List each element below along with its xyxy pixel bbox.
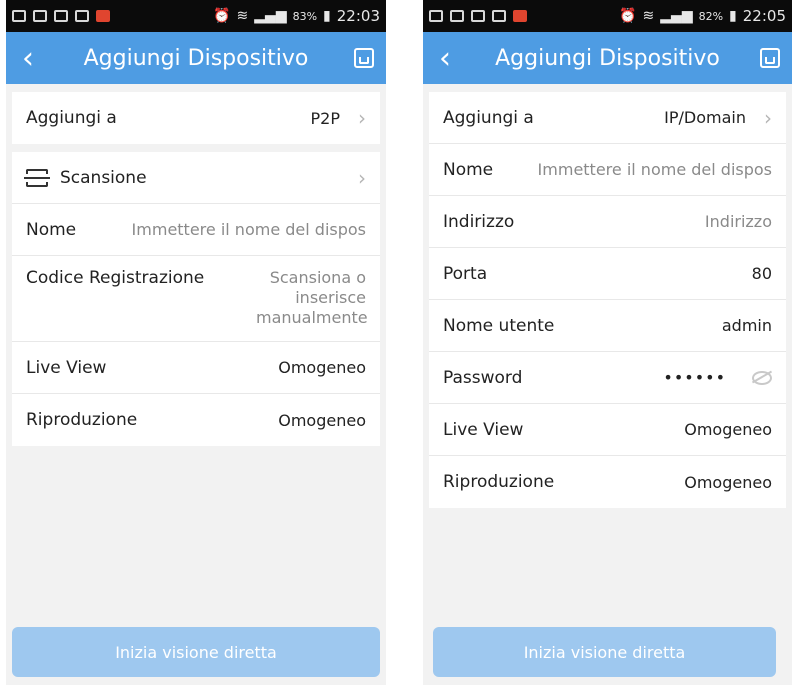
registration-placeholder-line: Scansiona o [269,268,366,287]
status-bar: ⏰ ≋ ▂▄▆ 83% ▮ 22:03 [6,0,386,32]
mail-icon [492,10,506,22]
username-row[interactable]: Nome utente admin [429,300,786,352]
save-button[interactable] [342,32,386,84]
port-input[interactable]: 80 [752,264,772,283]
name-input[interactable]: Immettere il nome del dispos [538,160,772,179]
port-label: Porta [443,263,488,284]
title-bar: ‹ Aggiungi Dispositivo [6,32,386,84]
live-view-row[interactable]: Live View Omogeneo [429,404,786,456]
back-button[interactable]: ‹ [6,32,50,84]
password-row[interactable]: Password •••••• [429,352,786,404]
save-icon [760,48,780,68]
username-label: Nome utente [443,315,555,336]
back-chevron-icon: ‹ [22,40,34,76]
notification-icons [429,10,527,22]
name-input[interactable]: Immettere il nome del dispos [132,220,366,239]
battery-icon: ▮ [323,8,331,24]
page-title: Aggiungi Dispositivo [495,45,720,71]
clock: 22:03 [336,7,380,25]
address-label: Indirizzo [443,211,515,232]
message-icon [471,10,485,22]
alarm-icon: ⏰ [213,8,231,24]
chevron-right-icon: › [764,105,772,130]
mail-icon [75,10,89,22]
page-title: Aggiungi Dispositivo [83,45,309,71]
signal-icon: ▂▄▆ [254,8,287,24]
gallery-icon [33,10,47,22]
wifi-icon: ≋ [642,8,655,24]
battery-icon: ▮ [729,8,737,24]
clock: 22:05 [742,7,786,25]
playback-row[interactable]: Riproduzione Omogeneo [12,394,380,446]
battery-percent: 82% [698,9,724,23]
chevron-right-icon: › [358,106,366,130]
name-label: Nome [443,159,494,180]
add-to-label: Aggiungi a [26,108,117,128]
live-view-label: Live View [26,357,107,378]
port-row[interactable]: Porta 80 [429,248,786,300]
left-screen: ⏰ ≋ ▂▄▆ 83% ▮ 22:03 ‹ Aggiungi Dispositi… [6,0,386,685]
form-list: Aggiungi a IP/Domain › Nome Immettere il… [423,84,792,508]
scan-icon [24,168,50,187]
signal-icon: ▂▄▆ [660,8,693,24]
scan-label: Scansione [60,167,147,188]
playback-value: Omogeneo [684,472,772,492]
notification-icon [12,10,26,22]
username-input[interactable]: admin [722,316,772,335]
address-row[interactable]: Indirizzo Indirizzo [429,196,786,248]
back-chevron-icon: ‹ [439,40,451,76]
password-label: Password [443,367,523,388]
registration-code-input[interactable]: Scansiona o inserisce manualmente [256,268,368,328]
add-to-row[interactable]: Aggiungi a IP/Domain › [429,92,786,144]
name-row[interactable]: Nome Immettere il nome del dispos [12,204,380,256]
save-button[interactable] [748,32,792,84]
alarm-icon: ⏰ [619,8,637,24]
add-to-value: P2P [310,108,340,128]
app-icon [96,10,110,22]
gallery-icon [450,10,464,22]
playback-value: Omogeneo [278,410,366,430]
name-label: Nome [26,219,77,240]
add-to-label: Aggiungi a [443,107,534,128]
registration-placeholder-line: inserisce [295,288,366,307]
registration-code-label: Codice Registrazione [26,268,205,288]
add-to-value: IP/Domain [664,108,746,127]
message-icon [54,10,68,22]
notification-icons [12,10,110,22]
wifi-icon: ≋ [236,8,249,24]
live-view-label: Live View [443,419,524,440]
app-icon [513,10,527,22]
registration-code-row[interactable]: Codice Registrazione Scansiona o inseris… [12,256,380,342]
live-view-value: Omogeneo [278,358,366,377]
notification-icon [429,10,443,22]
right-screen: ⏰ ≋ ▂▄▆ 82% ▮ 22:05 ‹ Aggiungi Dispositi… [423,0,792,685]
form-list: Aggiungi a P2P › Scansione › Nome Immett… [6,84,386,446]
start-live-view-button[interactable]: Inizia visione diretta [433,627,776,677]
playback-label: Riproduzione [443,472,555,492]
chevron-right-icon: › [358,165,366,190]
name-row[interactable]: Nome Immettere il nome del dispos [429,144,786,196]
eye-icon[interactable] [752,370,772,385]
live-view-value: Omogeneo [684,420,772,439]
status-bar: ⏰ ≋ ▂▄▆ 82% ▮ 22:05 [423,0,792,32]
battery-percent: 83% [292,9,318,23]
start-live-view-button[interactable]: Inizia visione diretta [12,627,380,677]
scan-row[interactable]: Scansione › [12,152,380,204]
registration-placeholder-line: manualmente [256,308,368,327]
add-to-row[interactable]: Aggiungi a P2P › [12,92,380,144]
playback-label: Riproduzione [26,410,138,430]
save-icon [354,48,374,68]
address-input[interactable]: Indirizzo [705,212,772,231]
title-bar: ‹ Aggiungi Dispositivo [423,32,792,84]
live-view-row[interactable]: Live View Omogeneo [12,342,380,394]
playback-row[interactable]: Riproduzione Omogeneo [429,456,786,508]
password-input[interactable]: •••••• [663,368,726,387]
back-button[interactable]: ‹ [423,32,467,84]
